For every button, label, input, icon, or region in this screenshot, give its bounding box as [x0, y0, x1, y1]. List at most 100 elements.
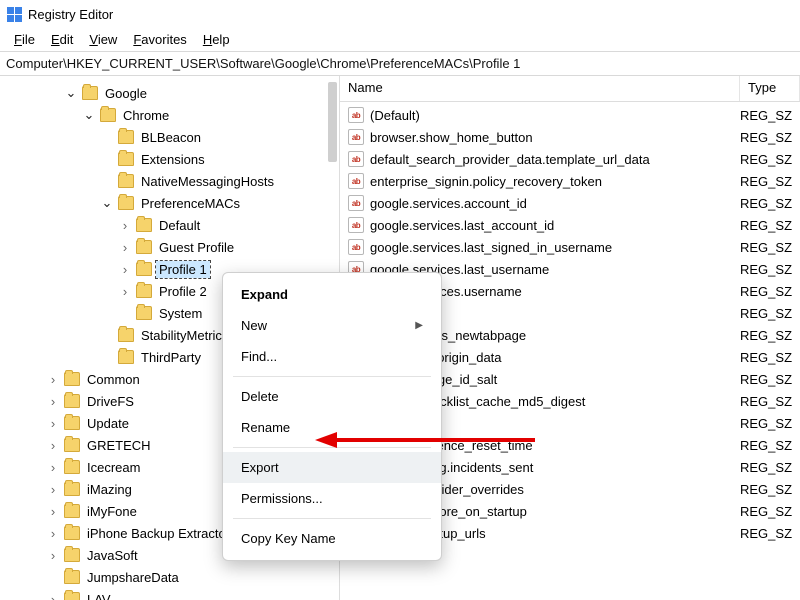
folder-icon [136, 262, 152, 276]
tree-item-guest[interactable]: › Guest Profile [0, 236, 339, 258]
value-type: REG_SZ [740, 306, 800, 321]
value-type: REG_SZ [740, 262, 800, 277]
tree-item-prefmacs[interactable]: ⌄PreferenceMACs [0, 192, 339, 214]
tree-item-extensions[interactable]: Extensions [0, 148, 339, 170]
chevron-down-icon[interactable]: ⌄ [64, 85, 78, 101]
value-type: REG_SZ [740, 482, 800, 497]
tree-item-nativemsg[interactable]: NativeMessagingHosts [0, 170, 339, 192]
menu-favorites[interactable]: Favorites [125, 30, 194, 49]
chevron-right-icon[interactable]: › [46, 438, 60, 453]
tree-item-default[interactable]: ›Default [0, 214, 339, 236]
tree-label: BLBeacon [138, 129, 204, 146]
chevron-right-icon[interactable]: › [46, 548, 60, 563]
tree-label-selected: Profile 1 [156, 261, 210, 278]
chevron-down-icon[interactable]: ⌄ [100, 195, 114, 211]
tree-item-blbeacon[interactable]: BLBeacon [0, 126, 339, 148]
tree-item-google[interactable]: ⌄ Google [0, 82, 339, 104]
value-type: REG_SZ [740, 196, 800, 211]
chevron-down-icon[interactable]: ⌄ [82, 107, 96, 123]
address-bar[interactable]: Computer\HKEY_CURRENT_USER\Software\Goog… [0, 52, 800, 76]
menu-file[interactable]: File [6, 30, 43, 49]
list-row[interactable]: abgoogle.services.account_idREG_SZ [340, 192, 800, 214]
folder-icon [136, 306, 152, 320]
tree-label: DriveFS [84, 393, 137, 410]
value-type: REG_SZ [740, 504, 800, 519]
ctx-new[interactable]: New▶ [223, 310, 441, 341]
value-type: REG_SZ [740, 328, 800, 343]
tree-label: ThirdParty [138, 349, 204, 366]
chevron-right-icon[interactable]: › [118, 240, 132, 255]
folder-icon [118, 174, 134, 188]
value-type: REG_SZ [740, 460, 800, 475]
list-row[interactable]: abdefault_search_provider_data.template_… [340, 148, 800, 170]
tree-label: Guest Profile [156, 239, 237, 256]
chevron-right-icon[interactable]: › [46, 504, 60, 519]
string-value-icon: ab [348, 129, 364, 145]
list-row[interactable]: ab(Default)REG_SZ [340, 104, 800, 126]
ctx-copy-key[interactable]: Copy Key Name [223, 523, 441, 554]
value-type: REG_SZ [740, 240, 800, 255]
folder-icon [64, 504, 80, 518]
menu-view[interactable]: View [81, 30, 125, 49]
value-name: google.services.account_id [370, 196, 740, 211]
chevron-right-icon[interactable]: › [118, 284, 132, 299]
tree-label: iMazing [84, 481, 135, 498]
tree-label: Chrome [120, 107, 172, 124]
menu-view-label: iew [98, 32, 118, 47]
ctx-separator [233, 447, 431, 448]
folder-icon [64, 416, 80, 430]
ctx-delete[interactable]: Delete [223, 381, 441, 412]
menu-help[interactable]: Help [195, 30, 238, 49]
list-row[interactable]: abenterprise_signin.policy_recovery_toke… [340, 170, 800, 192]
list-row[interactable]: abgoogle.services.last_signed_in_usernam… [340, 236, 800, 258]
folder-icon [64, 394, 80, 408]
folder-icon [64, 570, 80, 584]
tree-item-jumpshare[interactable]: JumpshareData [0, 566, 339, 588]
ctx-expand[interactable]: Expand [223, 279, 441, 310]
value-name: enterprise_signin.policy_recovery_token [370, 174, 740, 189]
folder-icon [64, 592, 80, 600]
tree-scrollbar-thumb[interactable] [328, 82, 337, 162]
folder-icon [136, 218, 152, 232]
column-header-type[interactable]: Type [740, 76, 800, 101]
ctx-find[interactable]: Find... [223, 341, 441, 372]
folder-icon [118, 130, 134, 144]
menu-help-label: elp [212, 32, 229, 47]
value-type: REG_SZ [740, 218, 800, 233]
chevron-right-icon[interactable]: › [46, 460, 60, 475]
ctx-separator [233, 518, 431, 519]
ctx-export[interactable]: Export [223, 452, 441, 483]
ctx-permissions[interactable]: Permissions... [223, 483, 441, 514]
folder-icon [118, 196, 134, 210]
chevron-right-icon[interactable]: › [46, 526, 60, 541]
column-header-name[interactable]: Name [340, 76, 740, 101]
tree-label: Icecream [84, 459, 143, 476]
list-row[interactable]: abbrowser.show_home_buttonREG_SZ [340, 126, 800, 148]
ctx-label: Export [241, 460, 279, 475]
tree-item-lav[interactable]: ›LAV [0, 588, 339, 600]
string-value-icon: ab [348, 239, 364, 255]
tree-item-chrome[interactable]: ⌄ Chrome [0, 104, 339, 126]
folder-icon [64, 460, 80, 474]
tree-label: NativeMessagingHosts [138, 173, 277, 190]
chevron-right-icon[interactable]: › [46, 394, 60, 409]
ctx-separator [233, 376, 431, 377]
chevron-right-icon[interactable]: › [46, 372, 60, 387]
tree-label: iPhone Backup Extractor [84, 525, 233, 542]
tree-label: StabilityMetrics [138, 327, 231, 344]
chevron-right-icon[interactable]: › [46, 592, 60, 600]
chevron-right-icon[interactable]: › [118, 218, 132, 233]
ctx-label: Rename [241, 420, 290, 435]
chevron-right-icon[interactable]: › [46, 416, 60, 431]
value-type: REG_SZ [740, 394, 800, 409]
ctx-rename[interactable]: Rename [223, 412, 441, 443]
menu-edit[interactable]: Edit [43, 30, 81, 49]
submenu-arrow-icon: ▶ [415, 320, 423, 331]
tree-label: Google [102, 85, 150, 102]
chevron-right-icon[interactable]: › [46, 482, 60, 497]
list-row[interactable]: abgoogle.services.last_account_idREG_SZ [340, 214, 800, 236]
chevron-right-icon[interactable]: › [118, 262, 132, 277]
string-value-icon: ab [348, 151, 364, 167]
tree-label: Common [84, 371, 143, 388]
value-name: (Default) [370, 108, 740, 123]
